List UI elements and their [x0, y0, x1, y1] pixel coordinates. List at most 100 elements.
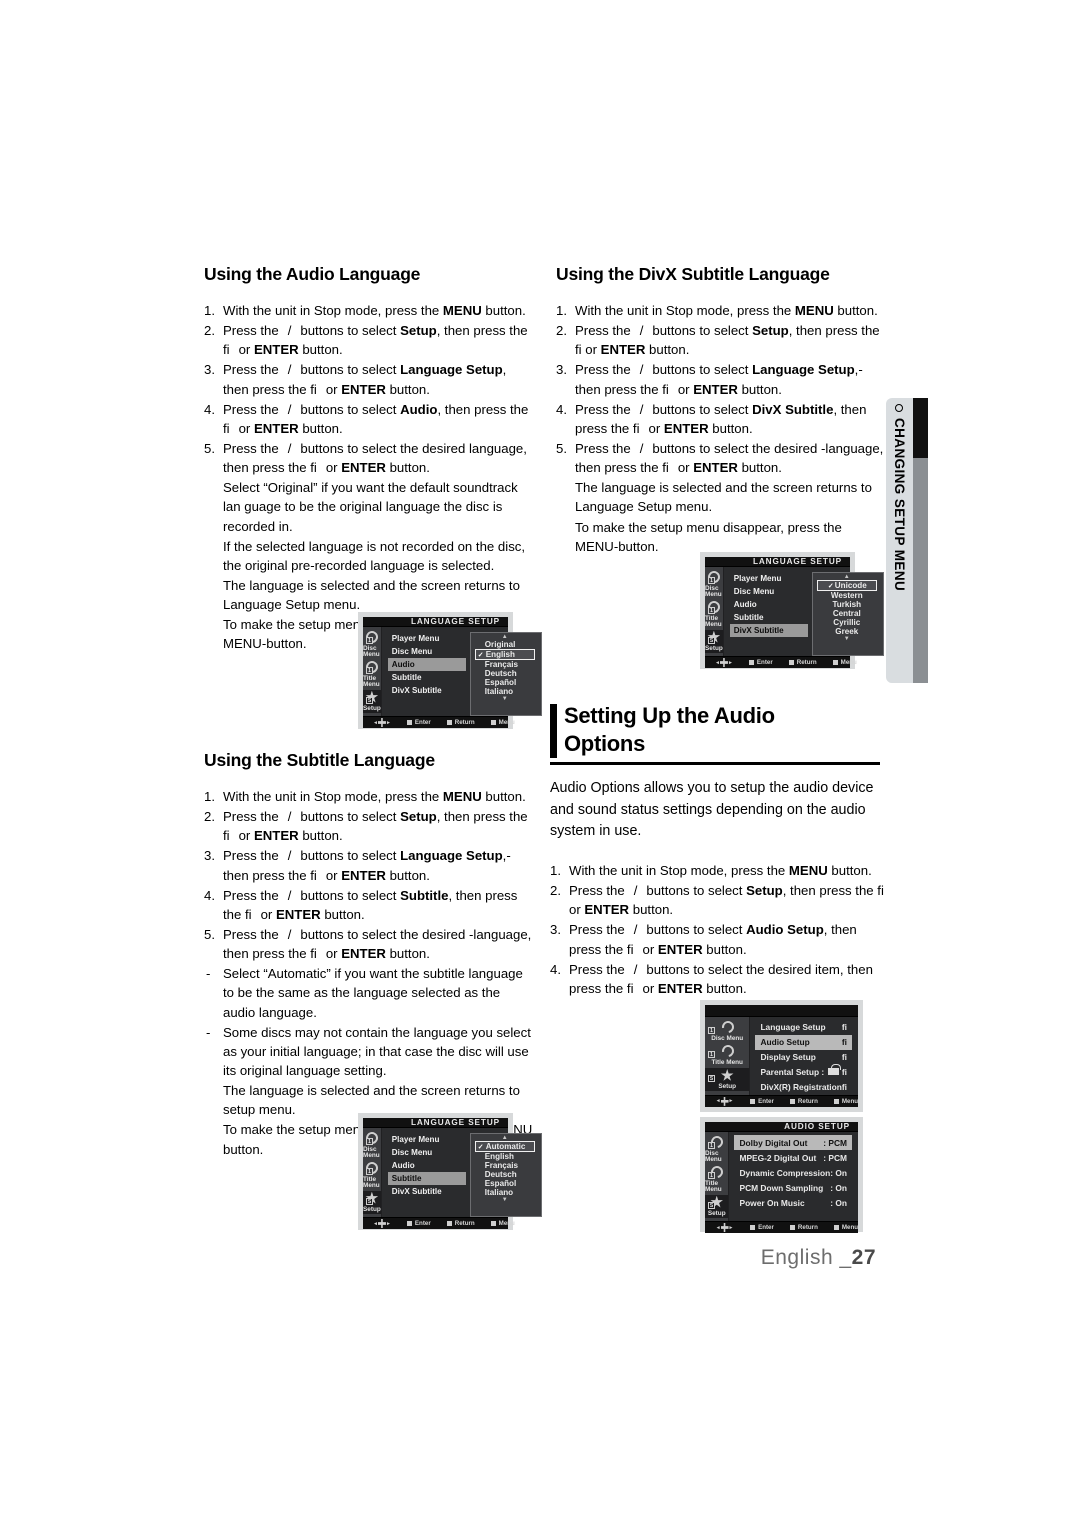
lcd-side-title-menu[interactable]: 1 Title Menu — [363, 658, 381, 690]
lcd-hint-enter: Enter — [750, 1224, 774, 1231]
lcd-option[interactable]: Cyrillic — [817, 618, 877, 627]
lcd-option-selected[interactable]: ✓ English — [474, 649, 535, 660]
lcd-option[interactable]: ✓Italiano — [475, 687, 535, 696]
lock-icon — [828, 1064, 842, 1076]
lcd-menu-item[interactable]: Audio — [730, 598, 808, 611]
lcd-menu-item[interactable]: Disc Menu — [730, 585, 808, 598]
lcd-option-selected[interactable]: ✓Unicode — [816, 580, 877, 591]
lcd-option[interactable]: Central — [817, 609, 877, 618]
lcd-menu-item[interactable]: Audio — [388, 1159, 466, 1172]
dpad-icon: ◄ ► — [373, 1219, 391, 1229]
lcd-side-title-menu[interactable]: 1 Title Menu — [363, 1159, 381, 1191]
lcd-side-label: Title Menu — [363, 674, 380, 689]
lcd-side-disc-menu[interactable]: 1 Disc Menu — [705, 1018, 749, 1043]
lcd-side-setup[interactable]: S Setup — [705, 1194, 729, 1219]
square-icon — [446, 720, 452, 726]
setup-menu-row[interactable]: Parental Setup : fi — [755, 1064, 852, 1080]
lcd-menu-item[interactable]: Player Menu — [388, 632, 466, 645]
lcd-option[interactable]: ✓Français — [475, 1161, 535, 1170]
lcd-menu-item-selected[interactable]: Audio — [387, 658, 466, 671]
lcd-option[interactable]: ✓Deutsch — [475, 669, 535, 678]
square-icon — [406, 1221, 412, 1227]
step-number: 3. — [204, 362, 215, 378]
lcd-side-setup[interactable]: S Setup — [363, 1190, 381, 1215]
setup-menu-row[interactable]: DivX(R) Registration fi — [755, 1080, 852, 1095]
lcd-side-disc-menu[interactable]: 1 Disc Menu — [363, 1129, 381, 1161]
lcd-option[interactable]: Greek — [817, 627, 877, 636]
lcd-option-label: Español — [484, 1179, 517, 1188]
lcd-option[interactable]: ✓Español — [475, 1179, 535, 1188]
audio-setup-row[interactable]: PCM Down Sampling : On — [734, 1180, 852, 1195]
audio-setup-row[interactable]: Power On Music : On — [734, 1195, 852, 1210]
lcd-side-label: Setup — [363, 1205, 381, 1213]
lcd-option-label: Automatic — [485, 1142, 526, 1151]
lcd-side-disc-menu[interactable]: 1 Disc Menu — [705, 568, 723, 600]
step-item: 4. Press the / buttons to select DivX Subti… — [556, 401, 867, 436]
lcd-option[interactable]: Turkish — [817, 600, 877, 609]
lcd-menu-column: Player Menu Disc Menu Audio Subtitle Div… — [729, 572, 808, 656]
lcd-side-title-menu[interactable]: 1 Title Menu — [705, 1042, 749, 1067]
lcd-menu-item[interactable]: DivX Subtitle — [388, 1185, 466, 1198]
lcd-option-selected[interactable]: ✓ Automatic — [474, 1141, 535, 1152]
lcd-menu-item[interactable]: Subtitle — [388, 671, 466, 684]
lcd-option[interactable]: ✓Deutsch — [475, 1170, 535, 1179]
screenshot-language-setup-divx: LANGUAGE SETUP 1 Disc Menu 1 Title Menu — [700, 552, 884, 669]
steps-divx-subtitle-language: 1. With the unit in Stop mode, press the … — [556, 301, 886, 556]
audio-setup-row-selected[interactable]: Dolby Digital Out : PCM — [734, 1135, 852, 1150]
square-icon — [446, 1221, 452, 1227]
audio-setup-row[interactable]: Dynamic Compression : On — [734, 1165, 852, 1180]
lcd-option[interactable]: ✓Español — [475, 678, 535, 687]
audio-setup-list: Dolby Digital Out : PCM MPEG-2 Digital O… — [734, 1135, 858, 1221]
lcd-menu-item[interactable]: DivX Subtitle — [388, 684, 466, 697]
dash-marker: - — [206, 1024, 211, 1040]
side-tab-grey-bar — [913, 458, 928, 683]
side-badge: 1 — [708, 1142, 715, 1149]
side-badge: 1 — [708, 1171, 715, 1179]
lcd-hint-enter: Enter — [406, 719, 431, 726]
audio-setup-row[interactable]: MPEG-2 Digital Out : PCM — [734, 1150, 852, 1165]
lcd-side-setup[interactable]: S Setup — [363, 689, 381, 714]
step-number: 2. — [550, 883, 561, 899]
lcd-side-label: Title Menu — [363, 1175, 380, 1190]
lcd-option[interactable]: ✓Français — [475, 660, 535, 669]
lcd-option[interactable]: ✓English — [475, 1152, 535, 1161]
side-badge: 1 — [708, 1026, 715, 1034]
lcd-option-label: Original — [484, 640, 516, 649]
lcd-menu-item-selected[interactable]: DivX Subtitle — [729, 624, 808, 637]
subtitle-language-section: Using the Subtitle Language 1. With the u… — [204, 750, 534, 1160]
lcd-option[interactable]: Western — [817, 591, 877, 600]
scroll-down-icon[interactable]: ▼ — [817, 636, 877, 642]
page-footer: English _27 — [0, 1246, 1080, 1270]
setup-menu-row[interactable]: Display Setup fi — [755, 1050, 852, 1065]
setup-menu-row[interactable]: Language Setup fi — [755, 1020, 852, 1035]
lcd-option-label: Italiano — [484, 1188, 514, 1197]
lcd-side-disc-menu[interactable]: 1 Disc Menu — [705, 1133, 728, 1165]
lcd-side-setup[interactable]: S Setup — [705, 1067, 750, 1092]
lcd-menu-item[interactable]: Subtitle — [730, 611, 808, 624]
row-value: fi — [841, 1022, 847, 1033]
lcd-option[interactable]: ✓Italiano — [475, 1188, 535, 1197]
lcd-menu-item-selected[interactable]: Subtitle — [387, 1172, 466, 1185]
setup-menu-row-selected[interactable]: Audio Setup fi — [755, 1034, 852, 1050]
lcd-hint-menu: Menu — [490, 719, 515, 726]
lcd-menu-item[interactable]: Disc Menu — [388, 645, 466, 658]
lcd-menu-column: Player Menu Disc Menu Audio Subtitle Div… — [387, 632, 466, 716]
lcd-side-setup[interactable]: S Setup — [705, 629, 723, 654]
step-item: 3. Press the / buttons to select Audio Setu… — [550, 922, 857, 957]
lcd-menu-item[interactable]: Player Menu — [388, 1133, 466, 1146]
lcd-title: LANGUAGE SETUP — [363, 1118, 508, 1128]
step-number: 2. — [556, 323, 567, 339]
lcd-side-label: Disc Menu — [711, 1034, 744, 1042]
lcd-menu-item[interactable]: Player Menu — [730, 572, 808, 585]
row-label: Language Setup — [760, 1022, 826, 1033]
lcd-side-title-menu[interactable]: 1 Title Menu — [705, 1163, 728, 1195]
lcd-footbar: ◄ ► Enter Return Menu — [705, 1221, 858, 1234]
lcd-side-title-menu[interactable]: 1 Title Menu — [705, 598, 723, 630]
scroll-down-icon[interactable]: ▼ — [475, 1197, 535, 1203]
left-column: Using the Audio Language 1. With the unit… — [204, 264, 534, 655]
lcd-menu-item[interactable]: Disc Menu — [388, 1146, 466, 1159]
square-icon — [748, 660, 754, 666]
scroll-down-icon[interactable]: ▼ — [475, 696, 535, 702]
lcd-option[interactable]: ✓Original — [475, 640, 535, 649]
lcd-side-disc-menu[interactable]: 1 Disc Menu — [363, 628, 381, 660]
